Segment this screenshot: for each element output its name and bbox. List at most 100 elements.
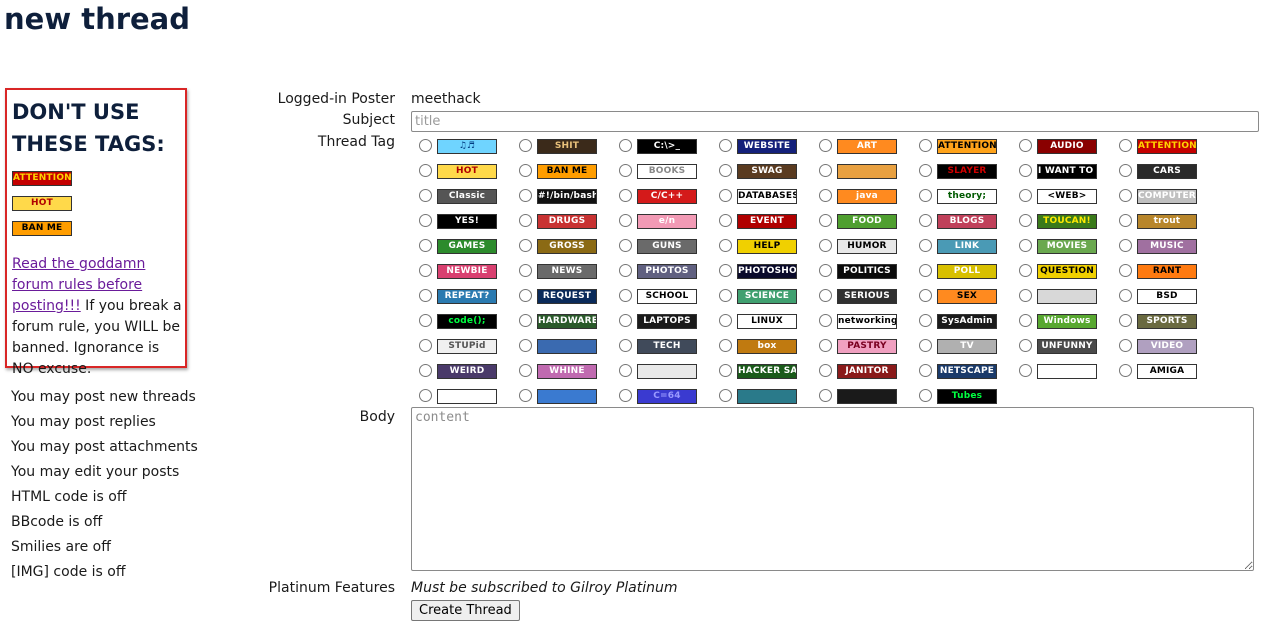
thread-tag-icon[interactable]: Tubes (937, 389, 997, 404)
thread-tag-option[interactable] (517, 337, 617, 357)
thread-tag-radio[interactable] (519, 189, 532, 202)
thread-tag-radio[interactable] (519, 314, 532, 327)
thread-tag-radio[interactable] (419, 239, 432, 252)
thread-tag-option[interactable]: TOUCAN! (1017, 212, 1117, 232)
thread-tag-option[interactable]: code(); (417, 312, 517, 332)
thread-tag-option[interactable]: MOVIES (1017, 237, 1117, 257)
thread-tag-radio[interactable] (519, 389, 532, 402)
thread-tag-option[interactable]: #!/bin/bash (517, 187, 617, 207)
thread-tag-icon[interactable]: VIDEO (1137, 339, 1197, 354)
thread-tag-radio[interactable] (1119, 289, 1132, 302)
thread-tag-option[interactable]: MUSIC (1117, 237, 1217, 257)
thread-tag-icon[interactable]: REQUEST (537, 289, 597, 304)
thread-tag-icon[interactable]: HUMOR (837, 239, 897, 254)
thread-tag-icon[interactable]: e/n (637, 214, 697, 229)
thread-tag-option[interactable]: VIDEO (1117, 337, 1217, 357)
thread-tag-radio[interactable] (619, 214, 632, 227)
thread-tag-radio[interactable] (1119, 239, 1132, 252)
thread-tag-option[interactable]: JANITOR (817, 362, 917, 382)
thread-tag-radio[interactable] (819, 214, 832, 227)
thread-tag-icon[interactable] (1037, 364, 1097, 379)
thread-tag-radio[interactable] (519, 339, 532, 352)
thread-tag-option[interactable]: HUMOR (817, 237, 917, 257)
thread-tag-radio[interactable] (419, 214, 432, 227)
thread-tag-icon[interactable]: SEX (937, 289, 997, 304)
thread-tag-icon[interactable]: POLITICS (837, 264, 897, 279)
thread-tag-icon[interactable]: WHINE (537, 364, 597, 379)
thread-tag-option[interactable]: STUPid (417, 337, 517, 357)
thread-tag-radio[interactable] (719, 364, 732, 377)
thread-tag-icon[interactable]: ATTENTION (937, 139, 997, 154)
thread-tag-radio[interactable] (619, 189, 632, 202)
thread-tag-option[interactable]: HARDWARE (517, 312, 617, 332)
thread-tag-icon[interactable]: GAMES (437, 239, 497, 254)
thread-tag-option[interactable]: trout (1117, 212, 1217, 232)
thread-tag-option[interactable]: RANT (1117, 262, 1217, 282)
thread-tag-icon[interactable]: RANT (1137, 264, 1197, 279)
thread-tag-icon[interactable]: ART (837, 139, 897, 154)
thread-tag-option[interactable] (717, 387, 817, 407)
thread-tag-radio[interactable] (519, 289, 532, 302)
thread-tag-icon[interactable]: NEWBIE (437, 264, 497, 279)
thread-tag-radio[interactable] (819, 364, 832, 377)
thread-tag-option[interactable]: SCIENCE (717, 287, 817, 307)
thread-tag-radio[interactable] (1119, 264, 1132, 277)
thread-tag-radio[interactable] (919, 214, 932, 227)
thread-tag-icon[interactable]: HOT (437, 164, 497, 179)
thread-tag-option[interactable]: ART (817, 137, 917, 157)
thread-tag-radio[interactable] (719, 314, 732, 327)
thread-tag-radio[interactable] (519, 364, 532, 377)
thread-tag-icon[interactable] (537, 389, 597, 404)
thread-tag-option[interactable]: BSD (1117, 287, 1217, 307)
thread-tag-icon[interactable]: MOVIES (1037, 239, 1097, 254)
thread-tag-radio[interactable] (1019, 239, 1032, 252)
thread-tag-icon[interactable]: #!/bin/bash (537, 189, 597, 204)
thread-tag-radio[interactable] (1119, 164, 1132, 177)
thread-tag-icon[interactable]: NEWS (537, 264, 597, 279)
thread-tag-option[interactable]: POLL (917, 262, 1017, 282)
thread-tag-option[interactable]: ♫♬ (417, 137, 517, 157)
thread-tag-option[interactable]: PASTRY (817, 337, 917, 357)
thread-tag-icon[interactable]: LAPTOPS (637, 314, 697, 329)
thread-tag-icon[interactable] (637, 364, 697, 379)
thread-tag-radio[interactable] (1019, 264, 1032, 277)
thread-tag-option[interactable]: NEWBIE (417, 262, 517, 282)
thread-tag-icon[interactable]: LINUX (737, 314, 797, 329)
thread-tag-icon[interactable]: MUSIC (1137, 239, 1197, 254)
thread-tag-option[interactable]: NETSCAPE (917, 362, 1017, 382)
thread-tag-radio[interactable] (1019, 189, 1032, 202)
thread-tag-radio[interactable] (819, 339, 832, 352)
thread-tag-option[interactable]: HACKER SAFE (717, 362, 817, 382)
thread-tag-option[interactable]: REQUEST (517, 287, 617, 307)
thread-tag-option[interactable]: EVENT (717, 212, 817, 232)
thread-tag-radio[interactable] (819, 164, 832, 177)
thread-tag-radio[interactable] (619, 364, 632, 377)
thread-tag-icon[interactable]: TOUCAN! (1037, 214, 1097, 229)
thread-tag-option[interactable]: GAMES (417, 237, 517, 257)
thread-tag-option[interactable]: SCHOOL (617, 287, 717, 307)
thread-tag-option[interactable]: SysAdmin (917, 312, 1017, 332)
thread-tag-radio[interactable] (1119, 314, 1132, 327)
thread-tag-option[interactable]: ATTENTION (917, 137, 1017, 157)
thread-tag-option[interactable]: GUNS (617, 237, 717, 257)
thread-tag-radio[interactable] (719, 264, 732, 277)
thread-tag-option[interactable] (1017, 287, 1117, 307)
thread-tag-option[interactable] (417, 387, 517, 407)
thread-tag-icon[interactable]: trout (1137, 214, 1197, 229)
thread-tag-option[interactable]: HOT (417, 162, 517, 182)
thread-tag-radio[interactable] (719, 239, 732, 252)
thread-tag-icon[interactable]: LINK (937, 239, 997, 254)
thread-tag-icon[interactable] (837, 164, 897, 179)
thread-tag-icon[interactable]: BSD (1137, 289, 1197, 304)
thread-tag-option[interactable]: LINK (917, 237, 1017, 257)
thread-tag-icon[interactable] (837, 389, 897, 404)
thread-tag-radio[interactable] (719, 289, 732, 302)
thread-tag-option[interactable]: TV (917, 337, 1017, 357)
thread-tag-icon[interactable]: TECH (637, 339, 697, 354)
thread-tag-icon[interactable]: SysAdmin (937, 314, 997, 329)
thread-tag-option[interactable]: networking (817, 312, 917, 332)
thread-tag-option[interactable]: Windows (1017, 312, 1117, 332)
thread-tag-radio[interactable] (419, 189, 432, 202)
thread-tag-icon[interactable]: UNFUNNY (1037, 339, 1097, 354)
thread-tag-option[interactable] (617, 362, 717, 382)
